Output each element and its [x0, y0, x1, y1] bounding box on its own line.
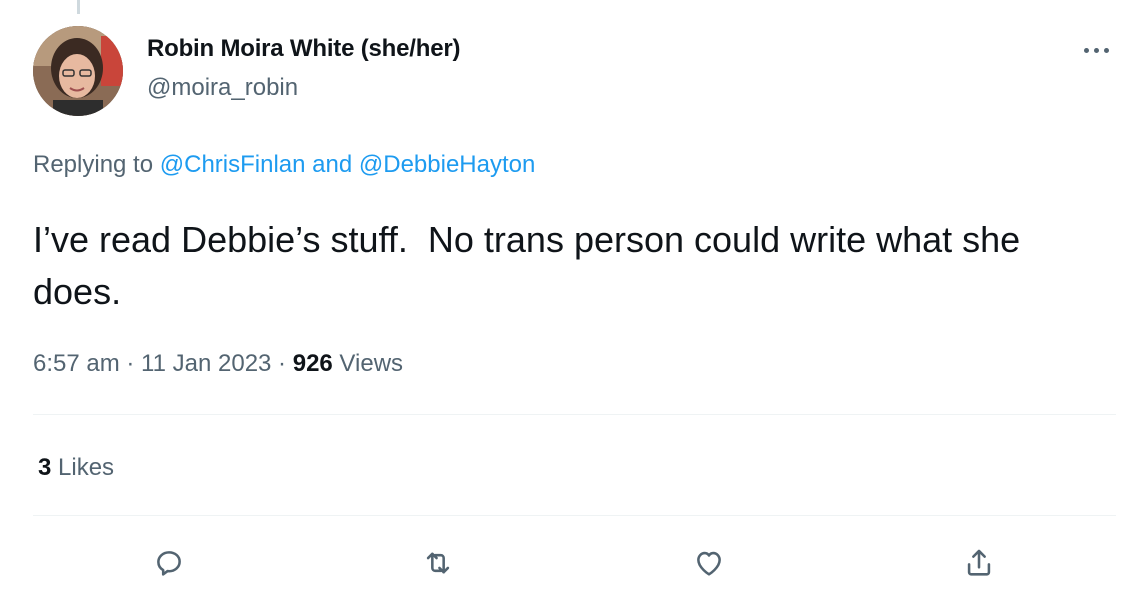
avatar-image	[33, 26, 123, 116]
tweet-meta: 6:57 am · 11 Jan 2023 · 926 Views	[33, 350, 403, 378]
meta-separator: ·	[271, 350, 293, 377]
mention-joiner: and	[305, 151, 359, 178]
retweet-icon	[426, 552, 450, 574]
share-icon	[967, 549, 991, 576]
retweet-button[interactable]	[415, 540, 461, 586]
reply-icon	[157, 551, 181, 576]
replying-prefix: Replying to	[33, 151, 160, 178]
tweet-date[interactable]: 11 Jan 2023	[141, 350, 271, 377]
likes-link[interactable]: 3 Likes	[38, 454, 114, 482]
likes-count: 3	[38, 454, 52, 481]
views-label: Views	[332, 350, 404, 377]
tweet-text: I’ve read Debbie’s stuff. No trans perso…	[33, 219, 1031, 312]
avatar[interactable]	[33, 26, 123, 116]
share-button[interactable]	[956, 540, 1002, 586]
more-dot-icon	[1083, 47, 1089, 53]
more-options-button[interactable]	[1076, 38, 1116, 62]
like-button[interactable]	[686, 540, 732, 586]
meta-separator: ·	[119, 350, 142, 377]
heart-icon	[697, 551, 721, 576]
divider	[33, 414, 1116, 415]
divider	[33, 515, 1116, 516]
mention-link-debbiehayton[interactable]: @DebbieHayton	[359, 151, 535, 178]
more-dot-icon	[1093, 47, 1099, 53]
author-handle[interactable]: @moira_robin	[147, 74, 298, 102]
tweet-time[interactable]: 6:57 am	[33, 350, 120, 377]
mention-link-chrisfinlan[interactable]: @ChrisFinlan	[160, 151, 306, 178]
thread-connector-line	[77, 0, 80, 14]
likes-label: Likes	[51, 454, 115, 481]
author-display-name[interactable]: Robin Moira White (she/her)	[147, 35, 460, 63]
replying-to-line: Replying to @ChrisFinlan and @DebbieHayt…	[33, 151, 535, 179]
reply-button[interactable]	[146, 540, 192, 586]
views-count: 926	[292, 350, 333, 377]
more-dot-icon	[1103, 47, 1109, 53]
